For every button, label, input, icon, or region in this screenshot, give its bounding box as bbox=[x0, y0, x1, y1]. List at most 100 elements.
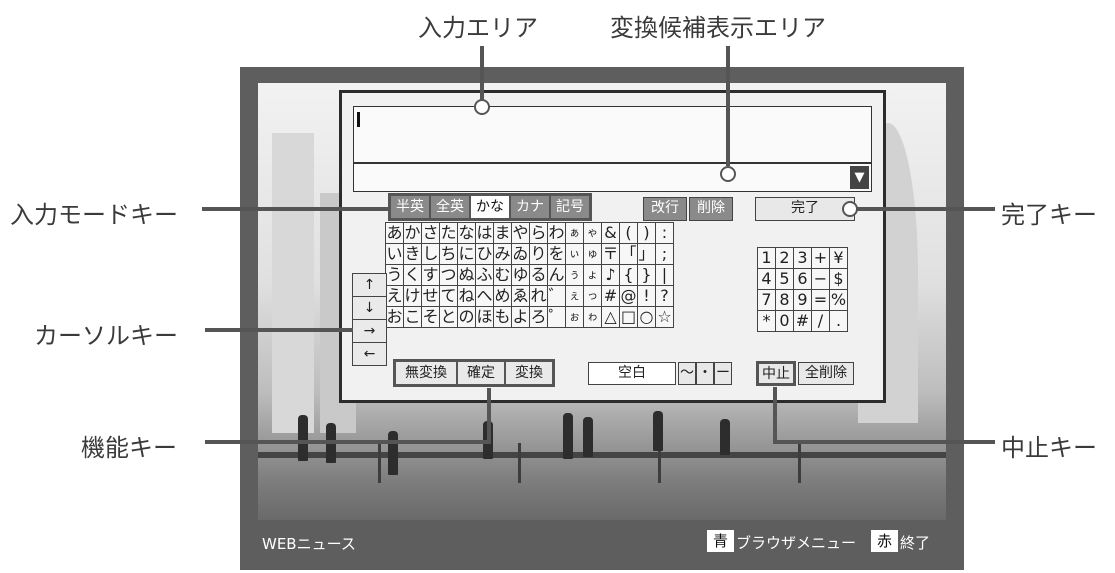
kana-key[interactable]: | bbox=[655, 264, 674, 286]
kana-key[interactable]: を bbox=[547, 243, 566, 265]
kana-key[interactable]: た bbox=[439, 222, 458, 244]
mode-key-full-alpha[interactable]: 全英 bbox=[431, 196, 469, 218]
kana-key[interactable]: け bbox=[403, 285, 422, 307]
kana-key[interactable]: し bbox=[421, 243, 440, 265]
kana-key[interactable]: そ bbox=[421, 306, 440, 328]
numeric-key[interactable]: 9 bbox=[793, 289, 812, 311]
kana-key[interactable]: は bbox=[475, 222, 494, 244]
kana-key[interactable]: ゑ bbox=[511, 285, 530, 307]
kana-key[interactable]: え bbox=[385, 285, 404, 307]
kana-key[interactable]: ; bbox=[655, 243, 674, 265]
kana-key[interactable]: め bbox=[493, 285, 512, 307]
kana-key[interactable]: せ bbox=[421, 285, 440, 307]
numeric-key[interactable]: 0 bbox=[775, 310, 794, 332]
numeric-key[interactable]: 4 bbox=[757, 268, 776, 290]
kana-key[interactable]: っ bbox=[583, 285, 602, 307]
kana-key[interactable]: □ bbox=[619, 306, 638, 328]
kana-key[interactable]: る bbox=[529, 264, 548, 286]
numeric-key[interactable]: 8 bbox=[775, 289, 794, 311]
mode-key-hiragana[interactable]: かな bbox=[471, 196, 509, 218]
blue-button-tag[interactable]: 青 bbox=[707, 530, 735, 552]
tilde-key[interactable]: 〜 bbox=[678, 362, 696, 385]
numeric-key[interactable]: . bbox=[829, 310, 848, 332]
kana-key[interactable]: こ bbox=[403, 306, 422, 328]
kana-key[interactable]: ま bbox=[493, 222, 512, 244]
kana-key[interactable]: ゃ bbox=[583, 222, 602, 244]
kana-key[interactable]: わ bbox=[547, 222, 566, 244]
kana-key[interactable]: と bbox=[439, 306, 458, 328]
kana-key[interactable]: 」 bbox=[637, 243, 656, 265]
kana-key[interactable]: ち bbox=[439, 243, 458, 265]
kana-key[interactable]: ほ bbox=[475, 306, 494, 328]
kana-key[interactable]: な bbox=[457, 222, 476, 244]
candidate-dropdown-icon[interactable]: ▼ bbox=[850, 166, 869, 189]
kana-key[interactable]: む bbox=[493, 264, 512, 286]
space-key[interactable]: 空白 bbox=[588, 362, 676, 385]
numeric-key[interactable]: # bbox=[793, 310, 812, 332]
kana-key[interactable]: う bbox=[385, 264, 404, 286]
kana-key[interactable]: & bbox=[601, 222, 620, 244]
numeric-key[interactable]: / bbox=[811, 310, 830, 332]
numeric-key[interactable]: $ bbox=[829, 268, 848, 290]
kana-key[interactable]: ♪ bbox=[601, 264, 620, 286]
kana-key[interactable]: ゜ bbox=[547, 306, 566, 328]
kana-key[interactable]: ゎ bbox=[583, 306, 602, 328]
kana-key[interactable]: ぁ bbox=[565, 222, 584, 244]
kana-key[interactable]: ん bbox=[547, 264, 566, 286]
kana-key[interactable]: { bbox=[619, 264, 638, 286]
kana-key[interactable]: さ bbox=[421, 222, 440, 244]
kana-key[interactable]: ? bbox=[655, 285, 674, 307]
kana-key[interactable]: つ bbox=[439, 264, 458, 286]
kana-key[interactable]: あ bbox=[385, 222, 404, 244]
kana-key[interactable]: ょ bbox=[583, 264, 602, 286]
kana-key[interactable]: ね bbox=[457, 285, 476, 307]
numeric-key[interactable]: + bbox=[811, 247, 830, 269]
kana-key[interactable]: ) bbox=[637, 222, 656, 244]
kana-key[interactable]: ぅ bbox=[565, 264, 584, 286]
kana-key[interactable]: も bbox=[493, 306, 512, 328]
kana-key[interactable]: ひ bbox=[475, 243, 494, 265]
kana-key[interactable]: す bbox=[421, 264, 440, 286]
cursor-right-key[interactable]: → bbox=[352, 319, 387, 343]
cursor-down-key[interactable]: ↓ bbox=[352, 296, 387, 320]
kana-key[interactable]: の bbox=[457, 306, 476, 328]
kana-key[interactable]: ! bbox=[637, 285, 656, 307]
numeric-key[interactable]: 5 bbox=[775, 268, 794, 290]
kana-key[interactable]: ☆ bbox=[655, 306, 674, 328]
kana-key[interactable]: ○ bbox=[637, 306, 656, 328]
convert-key[interactable]: 変換 bbox=[506, 362, 552, 384]
numeric-key[interactable]: 6 bbox=[793, 268, 812, 290]
cursor-up-key[interactable]: ↑ bbox=[352, 273, 387, 297]
kana-key[interactable]: ろ bbox=[529, 306, 548, 328]
kana-key[interactable]: ぃ bbox=[565, 243, 584, 265]
confirm-key[interactable]: 確定 bbox=[458, 362, 506, 384]
kana-key[interactable]: れ bbox=[529, 285, 548, 307]
numeric-key[interactable]: * bbox=[757, 310, 776, 332]
numeric-key[interactable]: − bbox=[811, 268, 830, 290]
kana-key[interactable]: @ bbox=[619, 285, 638, 307]
kana-key[interactable]: ふ bbox=[475, 264, 494, 286]
kana-key[interactable]: ゆ bbox=[511, 264, 530, 286]
done-button[interactable]: 完了 bbox=[755, 197, 855, 221]
numeric-key[interactable]: = bbox=[811, 289, 830, 311]
kana-key[interactable]: ゛ bbox=[547, 285, 566, 307]
kana-key[interactable]: ぇ bbox=[565, 285, 584, 307]
kana-key[interactable]: り bbox=[529, 243, 548, 265]
no-convert-key[interactable]: 無変換 bbox=[396, 362, 458, 384]
kana-key[interactable]: : bbox=[655, 222, 674, 244]
newline-button[interactable]: 改行 bbox=[643, 197, 687, 221]
numeric-key[interactable]: 7 bbox=[757, 289, 776, 311]
kana-key[interactable]: や bbox=[511, 222, 530, 244]
kana-key[interactable]: て bbox=[439, 285, 458, 307]
kana-key[interactable]: △ bbox=[601, 306, 620, 328]
kana-key[interactable]: ぬ bbox=[457, 264, 476, 286]
kana-key[interactable]: に bbox=[457, 243, 476, 265]
kana-key[interactable]: ゅ bbox=[583, 243, 602, 265]
mode-key-katakana[interactable]: カナ bbox=[511, 196, 549, 218]
kana-key[interactable]: # bbox=[601, 285, 620, 307]
kana-key[interactable]: ゐ bbox=[511, 243, 530, 265]
kana-key[interactable]: お bbox=[385, 306, 404, 328]
mode-key-half-alpha[interactable]: 半英 bbox=[391, 196, 429, 218]
numeric-key[interactable]: ¥ bbox=[829, 247, 848, 269]
long-vowel-key[interactable]: ー bbox=[714, 362, 732, 385]
